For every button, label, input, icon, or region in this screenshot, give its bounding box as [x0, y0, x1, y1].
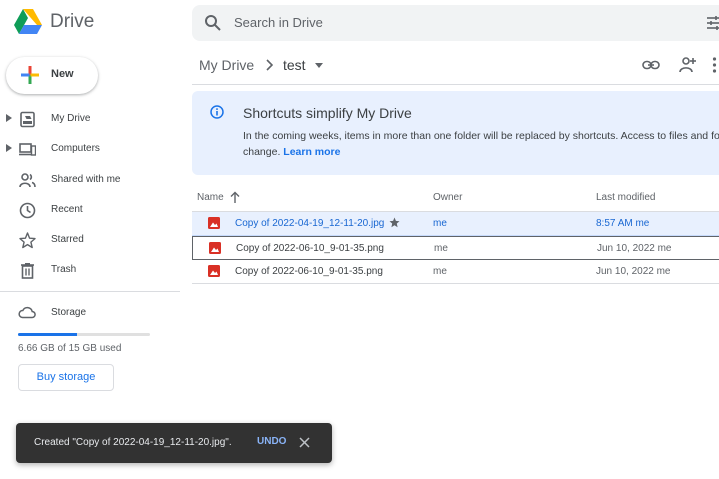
- shared-icon: [19, 172, 36, 187]
- image-file-icon: [208, 265, 220, 277]
- drive-logo-icon[interactable]: [14, 9, 42, 35]
- sidebar-item-label: Starred: [51, 234, 84, 246]
- sidebar-item-label: Computers: [51, 143, 100, 155]
- file-owner: me: [433, 218, 447, 229]
- snackbar-toast: Created "Copy of 2022-04-19_12-11-20.jpg…: [16, 423, 332, 463]
- clock-icon: [19, 202, 36, 219]
- file-last-modified: 8:57 AM me: [596, 218, 650, 229]
- file-last-modified: Jun 10, 2022 me: [597, 243, 672, 254]
- header: Drive Search in Drive: [0, 0, 719, 46]
- expand-arrow-icon[interactable]: [6, 144, 12, 153]
- close-icon[interactable]: [299, 437, 310, 448]
- sidebar-item-my-drive[interactable]: My Drive: [0, 104, 180, 134]
- banner-title: Shortcuts simplify My Drive: [243, 105, 412, 121]
- search-input[interactable]: Search in Drive: [234, 15, 323, 30]
- starred-icon: [389, 217, 400, 228]
- file-owner: me: [433, 266, 447, 277]
- computers-icon: [19, 143, 36, 156]
- file-last-modified: Jun 10, 2022 me: [596, 266, 671, 277]
- sidebar-nav: My Drive Computers Shared with me Recent…: [0, 104, 180, 286]
- new-button[interactable]: New: [6, 57, 98, 94]
- star-icon: [19, 232, 36, 249]
- chevron-right-icon: [266, 59, 273, 71]
- image-file-icon: [209, 242, 221, 254]
- storage-used-text: 6.66 GB of 15 GB used: [18, 343, 122, 354]
- sidebar-item-recent[interactable]: Recent: [0, 195, 180, 225]
- file-list-header: Name Owner Last modified: [192, 186, 719, 212]
- toast-message: Created "Copy of 2022-04-19_12-11-20.jpg…: [34, 437, 232, 448]
- sidebar-divider: [0, 291, 180, 292]
- table-row[interactable]: Copy of 2022-06-10_9-01-35.png me Jun 10…: [192, 260, 719, 284]
- file-name[interactable]: Copy of 2022-04-19_12-11-20.jpg: [235, 218, 384, 229]
- file-name[interactable]: Copy of 2022-06-10_9-01-35.png: [236, 243, 384, 254]
- sidebar-item-label: My Drive: [51, 113, 91, 124]
- trash-icon: [21, 263, 34, 280]
- buy-storage-label: Buy storage: [36, 371, 96, 383]
- cloud-icon: [18, 306, 36, 319]
- file-owner: me: [434, 243, 448, 254]
- column-header-name[interactable]: Name: [197, 192, 224, 203]
- sidebar-item-label: Trash: [51, 264, 77, 276]
- storage-usage-fill: [18, 333, 77, 336]
- expand-arrow-icon[interactable]: [6, 114, 12, 122]
- sidebar-item-label: Recent: [51, 203, 83, 215]
- dropdown-arrow-icon[interactable]: [315, 63, 323, 68]
- column-header-last-modified[interactable]: Last modified: [596, 192, 655, 203]
- table-row[interactable]: Copy of 2022-04-19_12-11-20.jpg me 8:57 …: [192, 212, 719, 236]
- storage-usage-bar: [18, 333, 150, 336]
- column-header-owner[interactable]: Owner: [433, 192, 462, 203]
- sidebar-item-storage[interactable]: Storage: [0, 302, 180, 322]
- search-icon[interactable]: [204, 14, 222, 32]
- add-person-icon[interactable]: [678, 56, 696, 74]
- more-options-icon[interactable]: [710, 57, 719, 73]
- sidebar-item-label: Storage: [51, 307, 87, 318]
- breadcrumb-root[interactable]: My Drive: [199, 57, 254, 73]
- search-bar[interactable]: Search in Drive: [192, 5, 719, 41]
- my-drive-icon: [20, 111, 35, 128]
- shortcuts-banner: Shortcuts simplify My Drive In the comin…: [192, 91, 719, 175]
- banner-body-end-text: change.: [243, 146, 281, 158]
- buy-storage-button[interactable]: Buy storage: [18, 364, 114, 391]
- table-row[interactable]: Copy of 2022-06-10_9-01-35.png me Jun 10…: [192, 236, 719, 260]
- undo-button[interactable]: UNDO: [257, 436, 286, 447]
- link-icon[interactable]: [642, 57, 660, 73]
- app-name[interactable]: Drive: [50, 11, 94, 33]
- info-icon: [210, 105, 224, 119]
- search-options-icon[interactable]: [706, 15, 719, 31]
- banner-body: In the coming weeks, items in more than …: [243, 130, 719, 142]
- new-button-label: New: [51, 68, 74, 80]
- main-divider: [192, 84, 719, 85]
- sort-arrow-up-icon[interactable]: [230, 191, 240, 203]
- sidebar-item-label: Shared with me: [51, 173, 121, 185]
- file-name[interactable]: Copy of 2022-06-10_9-01-35.png: [235, 266, 383, 277]
- sidebar-item-starred[interactable]: Starred: [0, 225, 180, 255]
- image-file-icon: [208, 217, 220, 229]
- plus-icon: [21, 66, 39, 84]
- learn-more-link[interactable]: Learn more: [283, 146, 340, 158]
- breadcrumb-current[interactable]: test: [283, 57, 306, 73]
- banner-body-end: change. Learn more: [243, 144, 340, 160]
- sidebar-item-shared-with-me[interactable]: Shared with me: [0, 165, 180, 195]
- sidebar-item-trash[interactable]: Trash: [0, 255, 180, 285]
- sidebar-item-computers[interactable]: Computers: [0, 134, 180, 164]
